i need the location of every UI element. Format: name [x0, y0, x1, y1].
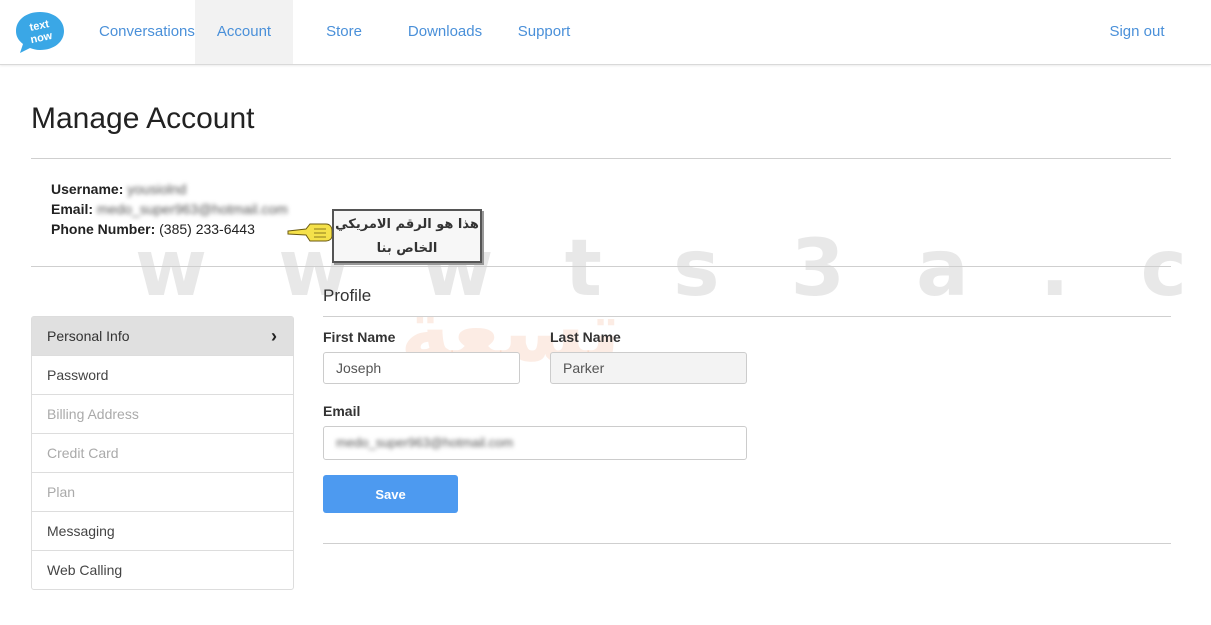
- menu-item-label: Messaging: [47, 523, 115, 539]
- chevron-right-icon: ›: [271, 326, 277, 346]
- nav-downloads[interactable]: Downloads: [405, 0, 485, 64]
- last-name-label: Last Name: [550, 329, 621, 345]
- nav-store[interactable]: Store: [320, 0, 368, 64]
- menu-item-credit-card: Credit Card: [32, 434, 293, 473]
- email-value: medo_super963@hotmail.com: [96, 201, 288, 217]
- pointing-hand-icon: [287, 223, 333, 242]
- save-button[interactable]: Save: [323, 475, 458, 513]
- sign-out-link[interactable]: Sign out: [1106, 0, 1168, 64]
- phone-label: Phone Number:: [51, 221, 156, 237]
- phone-value: (385) 233-6443: [159, 221, 255, 237]
- menu-item-messaging[interactable]: Messaging: [32, 512, 293, 551]
- title-divider: [31, 158, 1171, 159]
- callout-line1: هذا هو الرقم الامريكي: [335, 217, 479, 232]
- username-label: Username:: [51, 181, 124, 197]
- annotation-callout: هذا هو الرقم الامريكي الخاص بنا: [332, 209, 482, 263]
- first-name-input[interactable]: [323, 352, 520, 384]
- email-label: Email:: [51, 201, 94, 217]
- last-name-input[interactable]: [550, 352, 747, 384]
- menu-item-personal-info[interactable]: Personal Info ›: [32, 317, 293, 356]
- profile-divider: [323, 316, 1171, 317]
- info-divider: [31, 266, 1171, 267]
- menu-item-label: Billing Address: [47, 406, 139, 422]
- nav-support[interactable]: Support: [515, 0, 573, 64]
- nav-conversations[interactable]: Conversations: [99, 0, 195, 64]
- phone-row: Phone Number: (385) 233-6443: [51, 221, 255, 237]
- email-input-value: medo_super963@hotmail.com: [336, 435, 514, 450]
- menu-item-label: Password: [47, 367, 109, 383]
- email-row: Email: medo_super963@hotmail.com: [51, 201, 288, 217]
- menu-item-label: Credit Card: [47, 445, 119, 461]
- first-name-label: First Name: [323, 329, 396, 345]
- menu-item-label: Personal Info: [47, 328, 130, 344]
- page-title: Manage Account: [31, 102, 255, 135]
- menu-item-label: Plan: [47, 484, 76, 500]
- top-navbar: text now Conversations Account Store Dow…: [0, 0, 1211, 65]
- nav-account[interactable]: Account: [195, 0, 293, 64]
- menu-item-password[interactable]: Password: [32, 356, 293, 395]
- menu-item-plan: Plan: [32, 473, 293, 512]
- callout-line2: الخاص بنا: [376, 241, 438, 256]
- menu-item-web-calling[interactable]: Web Calling: [32, 551, 293, 589]
- menu-item-label: Web Calling: [47, 562, 123, 578]
- form-bottom-divider: [323, 543, 1171, 544]
- username-value: yousiolnd: [127, 181, 187, 197]
- username-row: Username: yousiolnd: [51, 181, 186, 197]
- textnow-logo-icon[interactable]: text now: [14, 10, 66, 54]
- email-field-label: Email: [323, 403, 361, 419]
- menu-item-billing-address: Billing Address: [32, 395, 293, 434]
- profile-title: Profile: [323, 286, 372, 305]
- email-input[interactable]: medo_super963@hotmail.com: [323, 426, 747, 460]
- settings-menu: Personal Info › Password Billing Address…: [31, 316, 294, 590]
